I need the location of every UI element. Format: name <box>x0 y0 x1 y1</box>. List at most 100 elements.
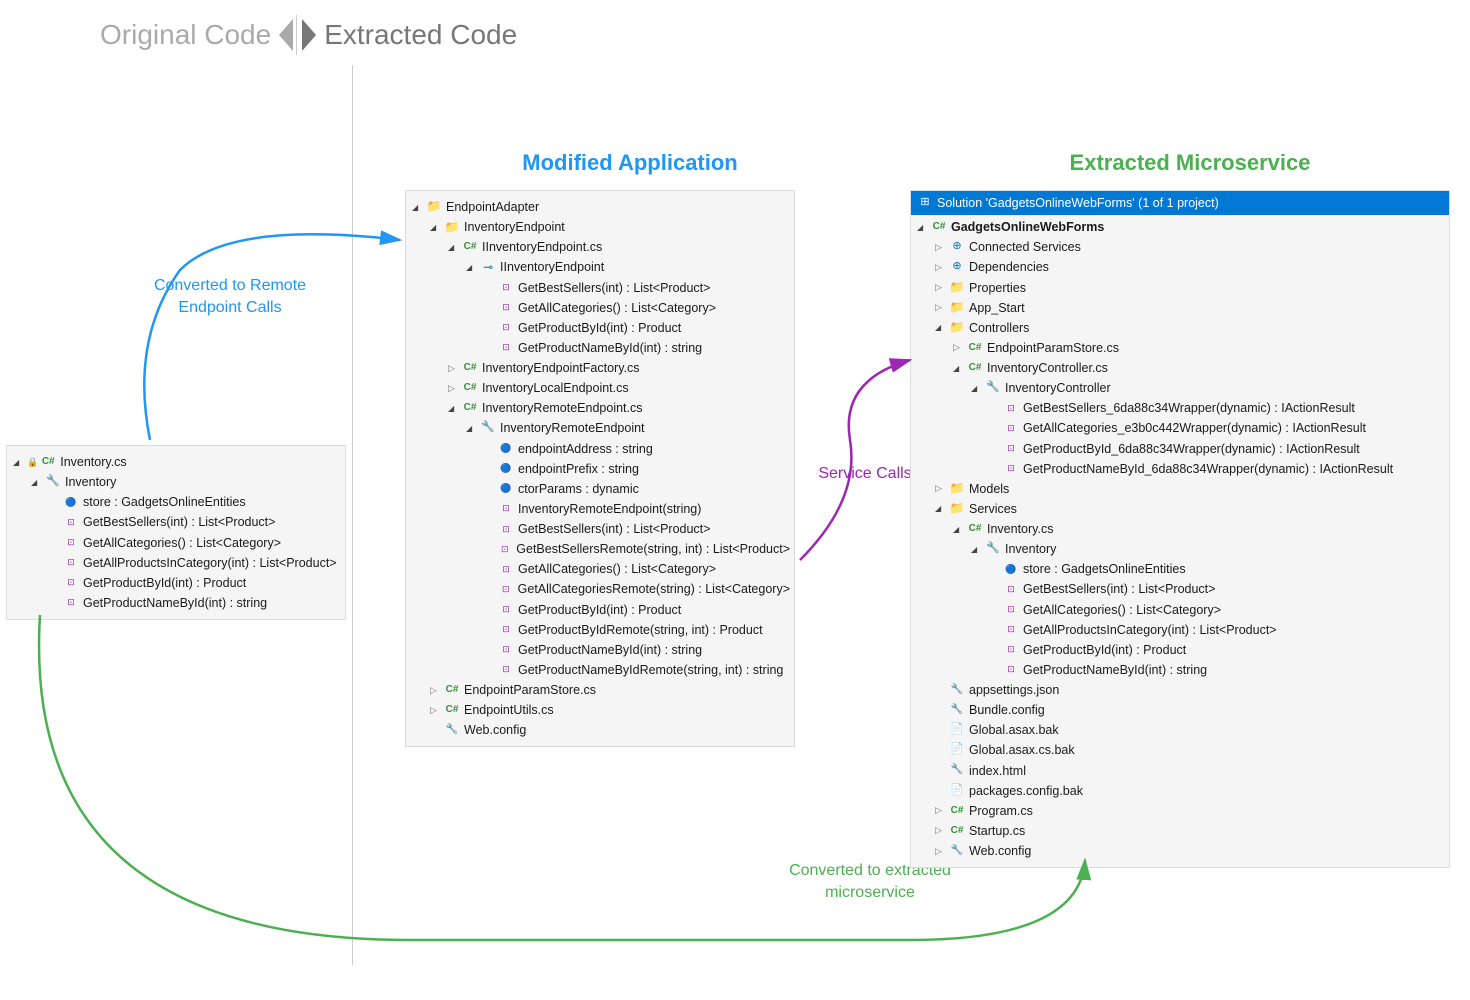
tree-row[interactable]: Dependencies <box>915 257 1445 277</box>
expand-icon[interactable] <box>466 261 478 274</box>
class-label: Inventory <box>65 473 116 491</box>
tree-row[interactable]: GetAllProductsInCategory(int) : List<Pro… <box>915 620 1445 640</box>
tree-row[interactable]: GetBestSellers(int) : List<Product> <box>410 519 790 539</box>
expand-icon[interactable] <box>466 422 478 435</box>
expand-icon[interactable] <box>430 704 442 717</box>
expand-icon[interactable] <box>935 502 947 515</box>
tree-row[interactable]: Program.cs <box>915 801 1445 821</box>
tree-row[interactable]: packages.config.bak <box>915 781 1445 801</box>
tree-item-label: store : GadgetsOnlineEntities <box>83 493 246 511</box>
tree-row[interactable]: GetAllCategories() : List<Category> <box>915 600 1445 620</box>
tree-row[interactable]: Connected Services <box>915 237 1445 257</box>
tree-row[interactable]: GetBestSellers(int) : List<Product> <box>915 579 1445 599</box>
expand-icon[interactable] <box>953 362 965 375</box>
tree-row[interactable]: endpointPrefix : string <box>410 459 790 479</box>
divider-icon <box>296 15 297 55</box>
tree-row[interactable]: IInventoryEndpoint.cs <box>410 237 790 257</box>
tree-row[interactable]: GetAllCategories() : List<Category> <box>410 298 790 318</box>
tree-row[interactable]: GetProductNameById(int) : string <box>11 593 341 613</box>
expand-icon[interactable] <box>412 201 424 214</box>
expand-icon[interactable] <box>935 281 947 294</box>
expand-icon[interactable] <box>935 845 947 858</box>
tree-row[interactable]: Startup.cs <box>915 821 1445 841</box>
expand-icon[interactable] <box>448 382 460 395</box>
tree-row[interactable]: InventoryRemoteEndpoint.cs <box>410 398 790 418</box>
tree-row[interactable]: GetProductById(int) : Product <box>915 640 1445 660</box>
tree-row[interactable]: store : GadgetsOnlineEntities <box>11 492 341 512</box>
expand-icon[interactable] <box>935 824 947 837</box>
tree-row[interactable]: InventoryController <box>915 378 1445 398</box>
tree-row[interactable]: Inventory.cs <box>915 519 1445 539</box>
tree-row[interactable]: GetAllCategories() : List<Category> <box>11 533 341 553</box>
tree-row[interactable]: GetProductNameById_6da88c34Wrapper(dynam… <box>915 459 1445 479</box>
expand-icon[interactable] <box>935 301 947 314</box>
expand-icon[interactable] <box>935 321 947 334</box>
tree-row[interactable]: GetProductNameById(int) : string <box>410 640 790 660</box>
tree-row[interactable]: GetAllCategoriesRemote(string) : List<Ca… <box>410 579 790 599</box>
tree-file-row[interactable]: 🔒 Inventory.cs <box>11 452 341 472</box>
tree-row[interactable]: store : GadgetsOnlineEntities <box>915 559 1445 579</box>
tree-row[interactable]: EndpointParamStore.cs <box>915 338 1445 358</box>
tree-row[interactable]: GetProductById(int) : Product <box>11 573 341 593</box>
tree-row[interactable]: Controllers <box>915 318 1445 338</box>
expand-icon[interactable] <box>935 261 947 274</box>
tree-row[interactable]: Bundle.config <box>915 700 1445 720</box>
tree-row[interactable]: Web.config <box>410 720 790 740</box>
tree-row[interactable]: Models <box>915 479 1445 499</box>
expand-icon[interactable] <box>971 382 983 395</box>
expand-icon[interactable] <box>448 402 460 415</box>
expand-icon[interactable] <box>917 221 929 234</box>
solution-row[interactable]: Solution 'GadgetsOnlineWebForms' (1 of 1… <box>911 191 1449 215</box>
project-row[interactable]: GadgetsOnlineWebForms <box>915 217 1445 237</box>
tree-row[interactable]: GetProductByIdRemote(string, int) : Prod… <box>410 620 790 640</box>
tree-row[interactable]: endpointAddress : string <box>410 439 790 459</box>
expand-icon[interactable] <box>935 482 947 495</box>
tree-row[interactable]: GetProductNameById(int) : string <box>915 660 1445 680</box>
tree-row[interactable]: GetAllCategories() : List<Category> <box>410 559 790 579</box>
tree-row[interactable]: InventoryEndpoint <box>410 217 790 237</box>
tree-folder-row[interactable]: EndpointAdapter <box>410 197 790 217</box>
tree-item-label: store : GadgetsOnlineEntities <box>1023 560 1186 578</box>
tree-row[interactable]: Properties <box>915 278 1445 298</box>
expand-icon[interactable] <box>448 362 460 375</box>
tree-row[interactable]: GetAllCategories_e3b0c442Wrapper(dynamic… <box>915 418 1445 438</box>
tree-row[interactable]: IInventoryEndpoint <box>410 257 790 277</box>
expand-icon[interactable] <box>953 341 965 354</box>
tree-row[interactable]: GetBestSellers(int) : List<Product> <box>11 512 341 532</box>
tree-row[interactable]: EndpointParamStore.cs <box>410 680 790 700</box>
tree-row[interactable]: InventoryRemoteEndpoint <box>410 418 790 438</box>
expand-icon[interactable] <box>971 543 983 556</box>
tree-row[interactable]: Inventory <box>915 539 1445 559</box>
expand-icon[interactable] <box>953 523 965 536</box>
tree-row[interactable]: GetBestSellers_6da88c34Wrapper(dynamic) … <box>915 398 1445 418</box>
tree-row[interactable]: InventoryRemoteEndpoint(string) <box>410 499 790 519</box>
tree-row[interactable]: GetBestSellers(int) : List<Product> <box>410 278 790 298</box>
expand-icon[interactable] <box>935 804 947 817</box>
tree-row[interactable]: EndpointUtils.cs <box>410 700 790 720</box>
tree-row[interactable]: Web.config <box>915 841 1445 861</box>
tree-row[interactable]: Global.asax.cs.bak <box>915 740 1445 760</box>
tree-row[interactable]: App_Start <box>915 298 1445 318</box>
tree-row[interactable]: InventoryLocalEndpoint.cs <box>410 378 790 398</box>
tree-row[interactable]: GetProductById_6da88c34Wrapper(dynamic) … <box>915 439 1445 459</box>
tree-row[interactable]: GetProductNameByIdRemote(string, int) : … <box>410 660 790 680</box>
tree-row[interactable]: GetProductById(int) : Product <box>410 318 790 338</box>
tree-class-row[interactable]: Inventory <box>11 472 341 492</box>
expand-icon[interactable] <box>31 476 43 489</box>
expand-icon[interactable] <box>430 221 442 234</box>
tree-row[interactable]: GetBestSellersRemote(string, int) : List… <box>410 539 790 559</box>
tree-row[interactable]: GetProductNameById(int) : string <box>410 338 790 358</box>
tree-row[interactable]: index.html <box>915 761 1445 781</box>
tree-row[interactable]: ctorParams : dynamic <box>410 479 790 499</box>
tree-row[interactable]: InventoryController.cs <box>915 358 1445 378</box>
tree-row[interactable]: InventoryEndpointFactory.cs <box>410 358 790 378</box>
tree-row[interactable]: Services <box>915 499 1445 519</box>
expand-icon[interactable] <box>430 684 442 697</box>
expand-icon[interactable] <box>935 241 947 254</box>
tree-row[interactable]: appsettings.json <box>915 680 1445 700</box>
tree-row[interactable]: Global.asax.bak <box>915 720 1445 740</box>
expand-icon[interactable] <box>448 241 460 254</box>
tree-row[interactable]: GetAllProductsInCategory(int) : List<Pro… <box>11 553 341 573</box>
tree-row[interactable]: GetProductById(int) : Product <box>410 600 790 620</box>
expand-icon[interactable] <box>13 456 25 469</box>
